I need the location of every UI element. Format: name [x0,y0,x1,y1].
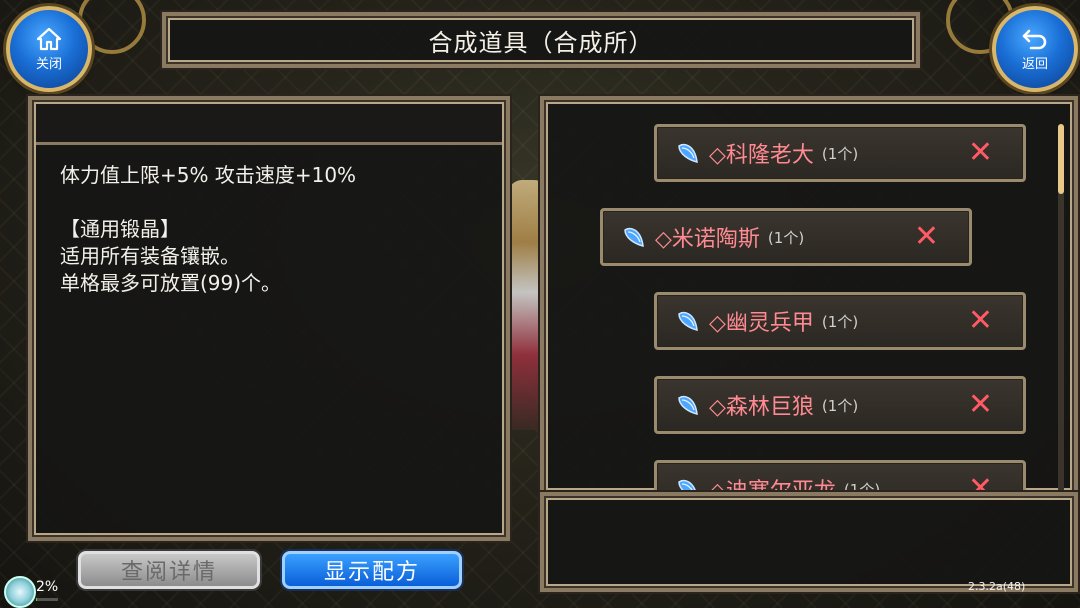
back-button-label: 返回 [1021,56,1048,72]
view-details-button[interactable]: 查阅详情 [78,551,260,589]
description-text: 体力值上限+5% 攻击速度+10% 【通用锻晶】 适用所有装备镶嵌。 单格最多可… [60,162,486,297]
return-arrow-icon [1022,29,1047,49]
material-item[interactable]: ◇科隆老大 (1个) ✕ [654,124,1026,182]
material-quantity: (1个) [821,312,859,331]
material-quantity: (1个) [767,228,805,247]
material-item[interactable]: ◇森林巨狼 (1个) ✕ [654,376,1026,434]
description-panel: 体力值上限+5% 攻击速度+10% 【通用锻晶】 适用所有装备镶嵌。 单格最多可… [28,96,510,541]
home-icon [36,27,62,50]
page-title: 合成道具（合成所） [428,28,654,57]
close-x-icon[interactable]: ✕ [914,222,939,252]
title-bar: 合成道具（合成所） [162,12,920,68]
close-button-label: 关闭 [35,56,62,72]
loading-orb-icon [4,576,36,608]
material-quantity: (1个) [821,144,859,163]
close-x-icon[interactable]: ✕ [968,138,993,168]
result-panel [540,492,1078,592]
material-name: ◇科隆老大 [709,143,814,168]
material-item[interactable]: ◇米诺陶斯 (1个) ✕ [600,208,972,266]
description-usage: 适用所有装备镶嵌。 [60,244,240,268]
back-button[interactable]: 返回 [992,6,1078,92]
scrollbar[interactable] [1058,124,1064,492]
description-stack-limit: 单格最多可放置(99)个。 [60,271,282,295]
blue-gem-icon [624,227,644,247]
close-x-icon[interactable]: ✕ [968,390,993,420]
show-recipe-button[interactable]: 显示配方 [282,551,462,589]
description-stats: 体力值上限+5% 攻击速度+10% [60,163,357,187]
material-item[interactable]: ◇幽灵兵甲 (1个) ✕ [654,292,1026,350]
close-x-icon[interactable]: ✕ [968,306,993,336]
material-name: ◇米诺陶斯 [655,227,760,252]
blue-gem-icon [678,143,698,163]
close-button[interactable]: 关闭 [6,6,92,92]
material-name: ◇森林巨狼 [709,395,814,420]
material-name: ◇幽灵兵甲 [709,311,814,336]
version-label: 2.3.2a(48) [968,580,1026,593]
materials-list-panel[interactable]: ◇科隆老大 (1个) ✕ ◇米诺陶斯 (1个) ✕ ◇幽灵兵甲 (1个) ✕ ◇… [540,96,1078,496]
material-quantity: (1个) [821,396,859,415]
blue-gem-icon [678,311,698,331]
material-item[interactable]: ◇迪塞尔亚龙 (1个) ✕ [654,460,1026,492]
download-progress-bar [36,598,58,601]
description-category: 【通用锻晶】 [60,217,180,241]
scrollbar-thumb[interactable] [1058,124,1064,194]
blue-gem-icon [678,395,698,415]
download-percent: 2% [36,579,59,595]
description-header-strip [36,104,502,145]
